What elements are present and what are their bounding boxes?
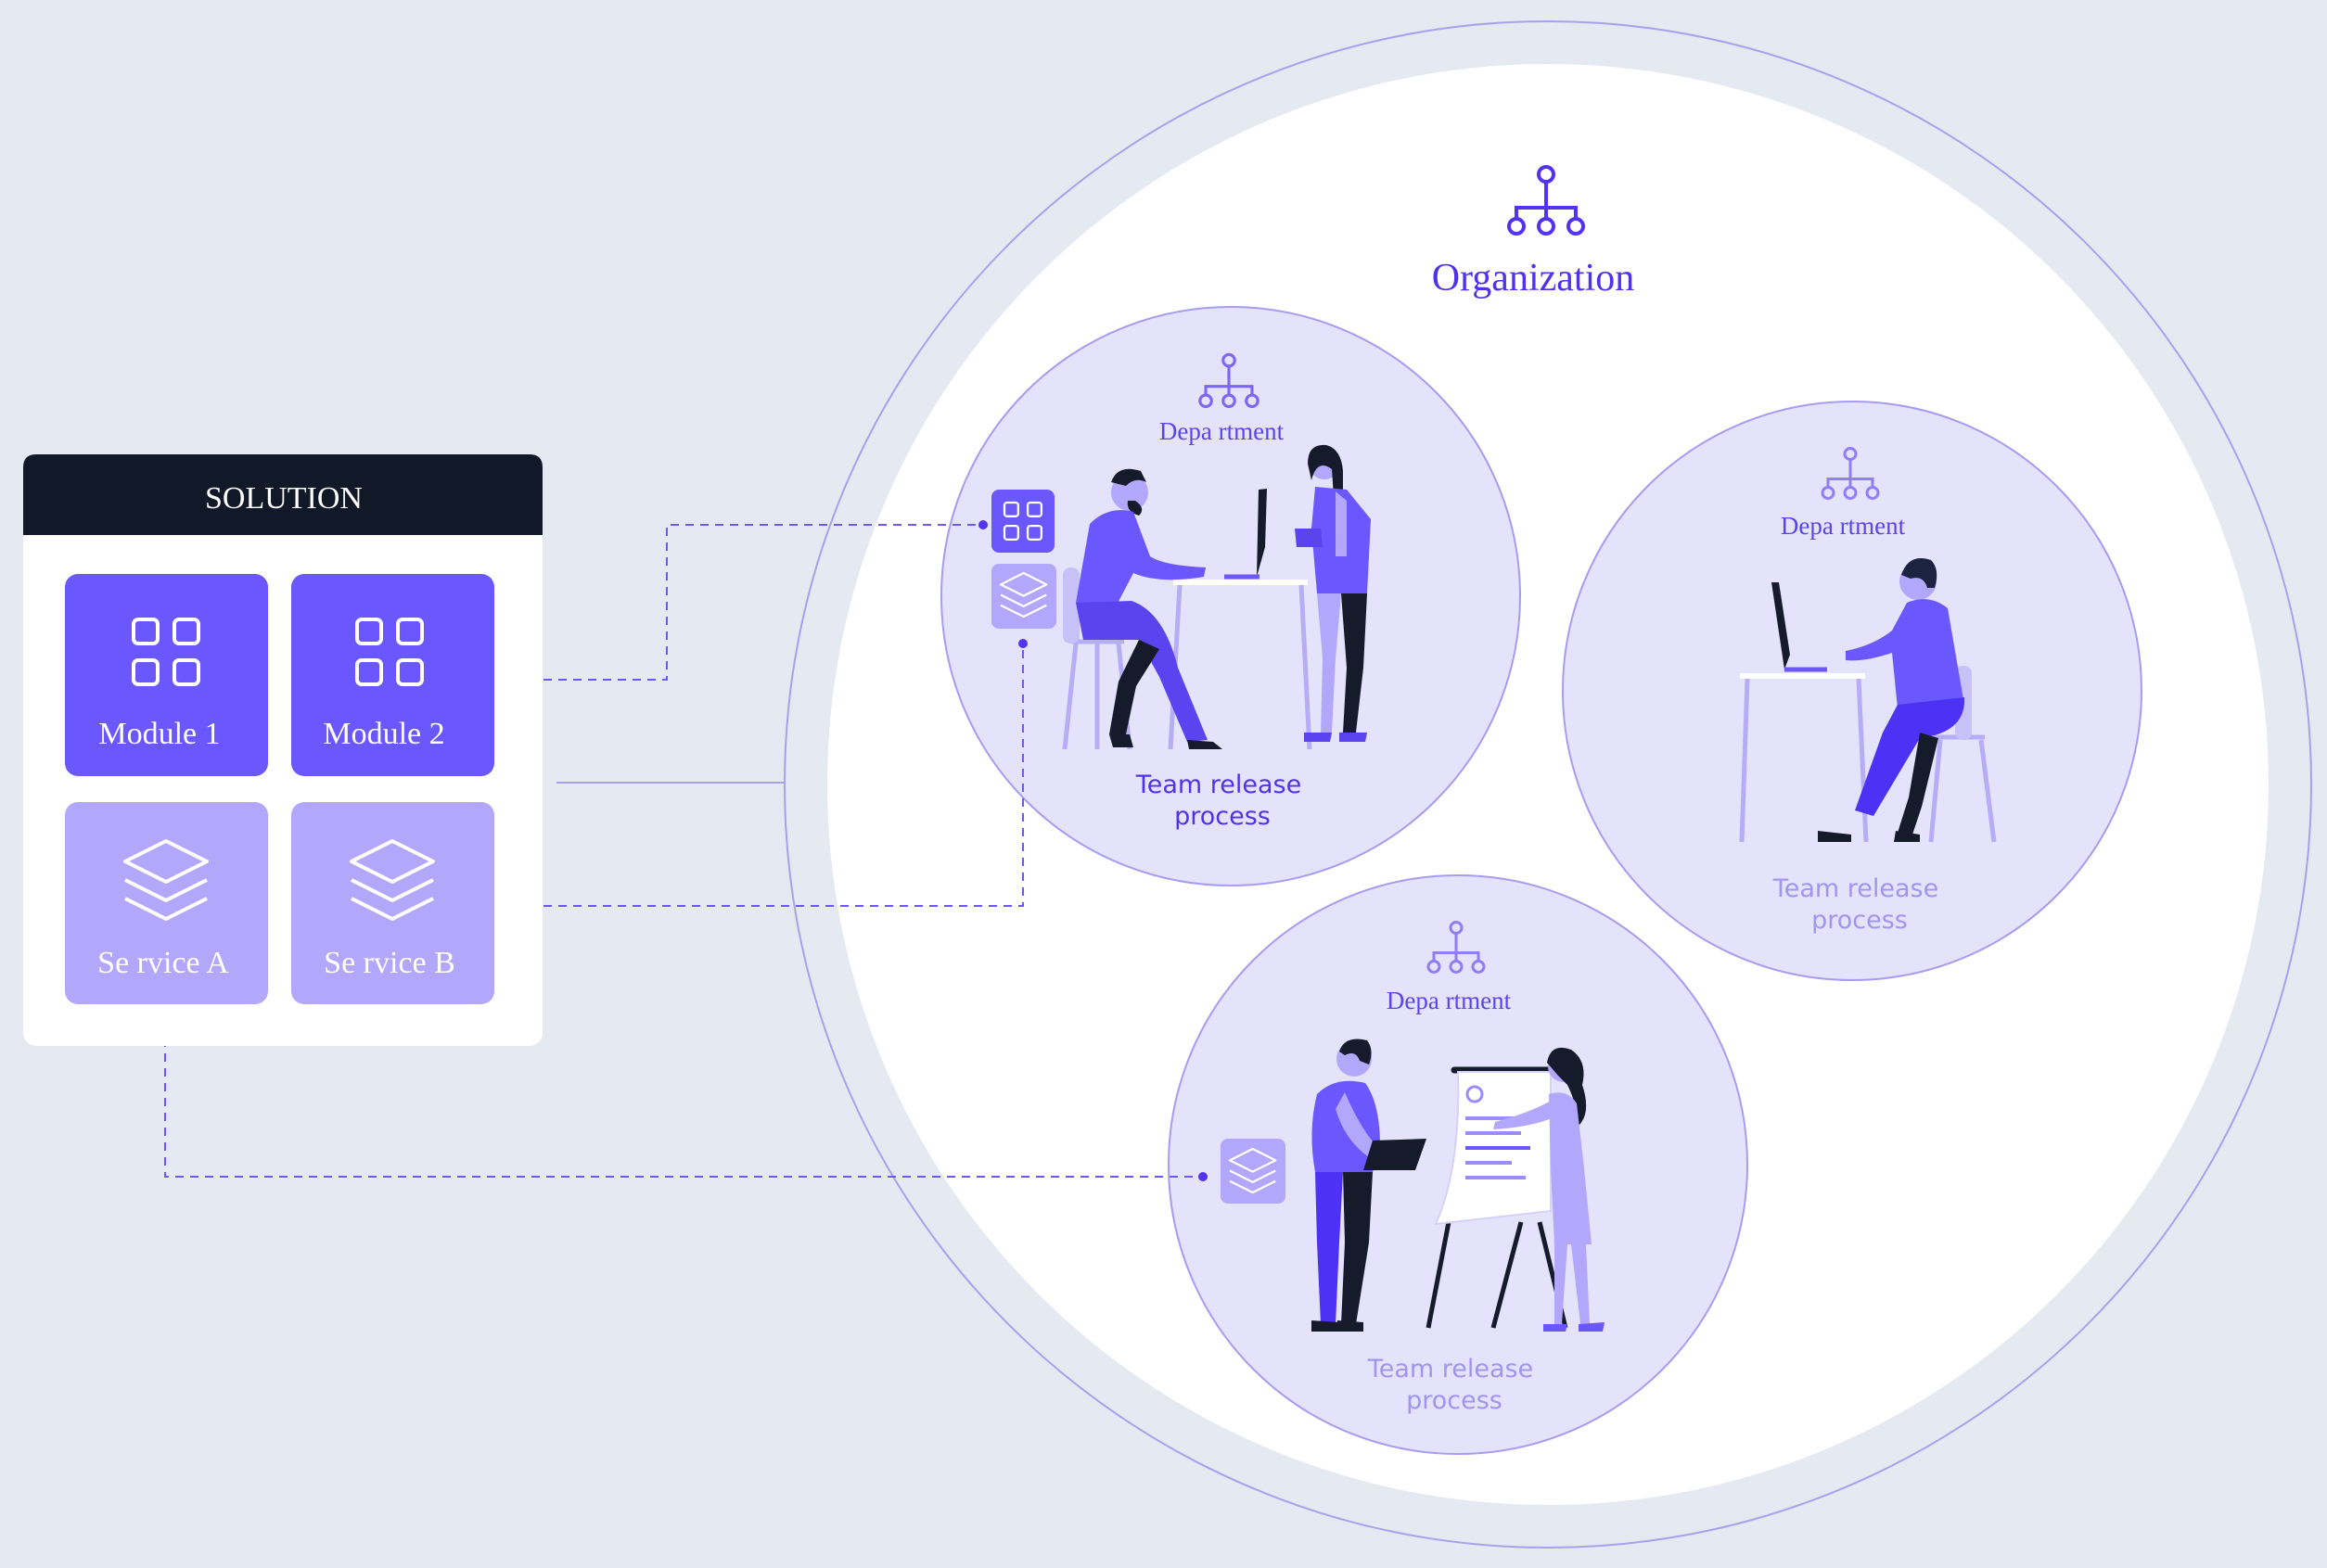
service-label: Se rvice A: [97, 946, 229, 980]
service-tile[interactable]: Se rvice B: [291, 802, 494, 1004]
department-label: Depa rtment: [1781, 512, 1906, 540]
process-label: Team release: [1772, 874, 1938, 903]
connector-dot: [1018, 639, 1028, 648]
process-label: Team release: [1135, 771, 1301, 799]
service-badge: [1221, 1139, 1285, 1204]
diagram-canvas: Organization Depa rtment Team release pr…: [23, 20, 2312, 1549]
organization-title: Organization: [1432, 257, 1635, 300]
module-tile[interactable]: Module 2: [291, 574, 494, 776]
process-label: process: [1811, 906, 1908, 935]
process-label: process: [1174, 802, 1271, 831]
service-badge: [991, 564, 1056, 629]
module-label: Module 1: [98, 717, 220, 751]
module-label: Module 2: [323, 717, 444, 751]
process-label: Team release: [1367, 1355, 1533, 1383]
solution-title: SOLUTION: [205, 481, 363, 516]
service-tile[interactable]: Se rvice A: [65, 802, 268, 1004]
department-circle: Depa rtment Team release process: [1562, 401, 2142, 981]
module-badge: [991, 490, 1055, 553]
service-label: Se rvice B: [324, 946, 455, 980]
connector-dot: [1198, 1172, 1208, 1181]
department-label: Depa rtment: [1387, 987, 1512, 1014]
connector-dot: [978, 520, 988, 529]
process-label: process: [1406, 1386, 1502, 1415]
diagram-stage: Organization Depa rtment Team release pr…: [0, 0, 2327, 1568]
department-label: Depa rtment: [1159, 417, 1285, 445]
module-tile[interactable]: Module 1: [65, 574, 268, 776]
solution-panel: SOLUTION Module 1 Module 2 Se rvice A Se…: [23, 454, 543, 1046]
